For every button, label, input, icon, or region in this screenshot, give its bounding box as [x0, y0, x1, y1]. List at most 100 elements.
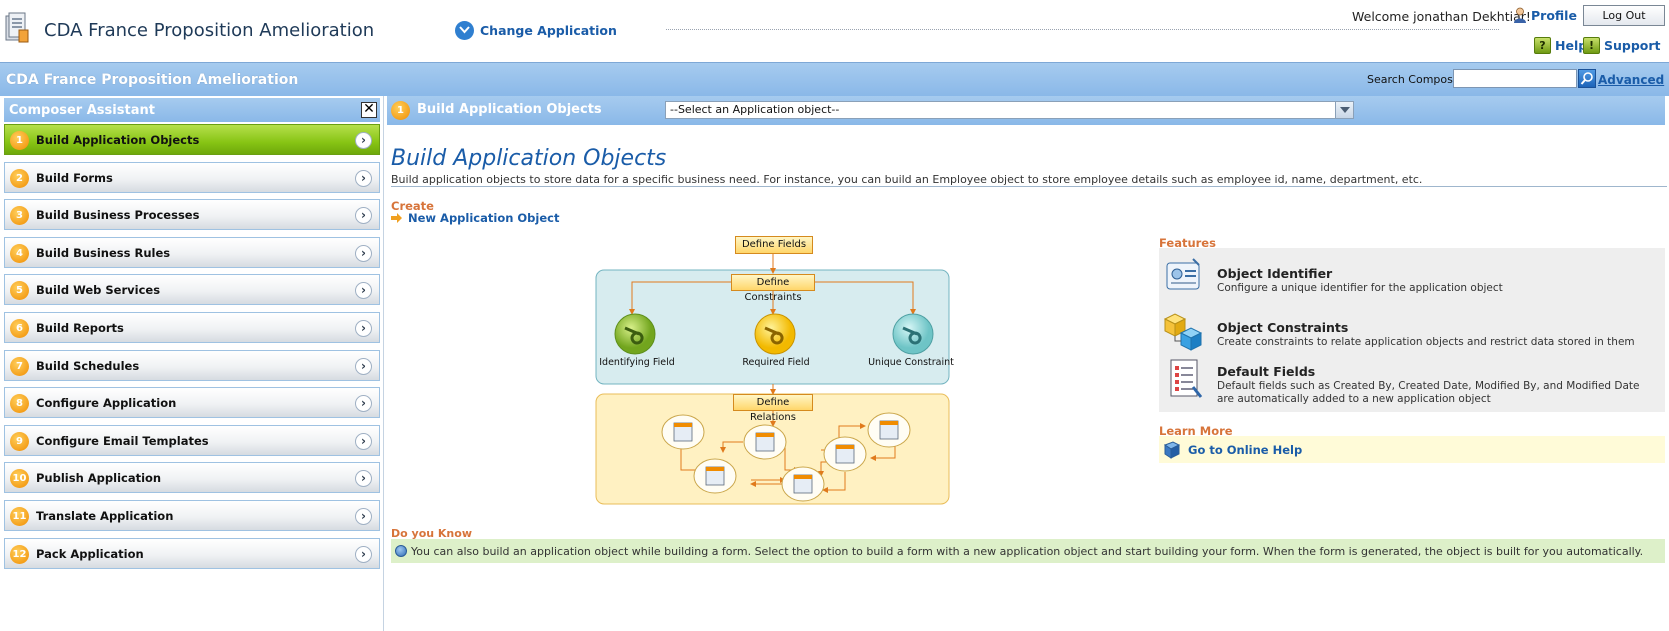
info-icon: [395, 545, 407, 557]
object-workflow-diagram: Define Fields Define Constraints Define …: [595, 230, 954, 506]
sidebar-step-9[interactable]: 9 Configure Email Templates ›: [4, 424, 380, 456]
help-link[interactable]: ? Help: [1534, 37, 1587, 54]
object-constraints-icon: [1163, 309, 1205, 353]
chevron-right-icon[interactable]: ›: [355, 357, 372, 375]
change-application-link[interactable]: Change Application: [455, 21, 617, 40]
support-link[interactable]: ! Support: [1583, 37, 1661, 54]
step-number-badge: 1: [391, 101, 410, 120]
sidebar-step-1[interactable]: 1 Build Application Objects ›: [4, 124, 380, 155]
header-divider: [666, 29, 1499, 30]
step-number-badge: 9: [10, 431, 29, 451]
sidebar-step-label: Build Application Objects: [36, 133, 200, 147]
page-description: Build application objects to store data …: [391, 173, 1423, 186]
define-fields-box: Define Fields: [735, 236, 813, 254]
define-relations-box: Define Relations: [733, 394, 813, 423]
chevron-right-icon[interactable]: ›: [355, 244, 372, 262]
diagram-graphics: [595, 254, 950, 505]
step-number-badge: 1: [10, 131, 29, 150]
step-number-badge: 11: [10, 507, 29, 526]
feature-title: Default Fields: [1217, 364, 1316, 379]
define-constraints-box: Define Constraints: [731, 274, 815, 303]
top-header: CDA France Proposition Amelioration Chan…: [0, 0, 1669, 60]
feature-title: Object Constraints: [1217, 320, 1349, 335]
profile-label: Profile: [1531, 7, 1577, 23]
app-logo-icon: [4, 10, 30, 44]
online-help-icon: [1163, 441, 1181, 459]
step-number-badge: 12: [10, 544, 29, 564]
sidebar-step-label: Build Schedules: [36, 358, 140, 373]
sidebar-step-label: Pack Application: [36, 546, 144, 561]
online-help-link[interactable]: Go to Online Help: [1188, 443, 1302, 457]
arrow-right-icon: [391, 213, 402, 223]
step-number-badge: 2: [10, 168, 29, 188]
identifying-field-label: Identifying Field: [599, 357, 675, 368]
search-button[interactable]: [1578, 69, 1596, 88]
search-input[interactable]: [1453, 69, 1577, 88]
application-object-select[interactable]: --Select an Application object--: [665, 101, 1354, 119]
step-number-badge: 7: [10, 356, 29, 376]
chevron-down-icon: [455, 21, 474, 40]
main-header-title: Build Application Objects: [417, 102, 602, 117]
feature-default-fields: Default Fields Default fields such as Cr…: [1159, 353, 1665, 409]
required-field-label: Required Field: [742, 357, 810, 368]
sidebar-step-10[interactable]: 10 Publish Application ›: [4, 462, 380, 494]
support-icon: !: [1583, 37, 1600, 54]
logout-button[interactable]: Log Out: [1583, 5, 1665, 26]
feature-description: Default fields such as Created By, Creat…: [1217, 380, 1640, 405]
feature-description: Create constraints to relate application…: [1217, 336, 1635, 348]
sidebar-step-5[interactable]: 5 Build Web Services ›: [4, 274, 380, 306]
chevron-right-icon[interactable]: ›: [355, 320, 372, 337]
new-application-object-label: New Application Object: [408, 211, 560, 225]
title-bar: CDA France Proposition Amelioration Sear…: [0, 62, 1669, 96]
search-label: Search Composer: [1367, 73, 1465, 86]
sidebar-step-11[interactable]: 11 Translate Application ›: [4, 500, 380, 531]
sidebar-step-2[interactable]: 2 Build Forms ›: [4, 161, 380, 193]
chevron-right-icon[interactable]: ›: [355, 432, 372, 450]
close-icon[interactable]: ✕: [361, 102, 377, 118]
search-icon: [1580, 72, 1593, 85]
user-icon: [1514, 7, 1526, 23]
change-application-label: Change Application: [480, 23, 617, 38]
chevron-right-icon[interactable]: ›: [355, 282, 372, 300]
chevron-right-icon[interactable]: ›: [355, 395, 372, 413]
sidebar-step-4[interactable]: 4 Build Business Rules ›: [4, 236, 380, 268]
sidebar-step-label: Build Web Services: [36, 283, 161, 298]
advanced-search-link[interactable]: Advanced: [1598, 73, 1664, 87]
sidebar-step-3[interactable]: 3 Build Business Processes ›: [4, 199, 380, 231]
chevron-right-icon[interactable]: ›: [355, 545, 372, 563]
feature-description: Configure a unique identifier for the ap…: [1217, 282, 1503, 294]
main-panel: 1 Build Application Objects --Select an …: [387, 96, 1669, 631]
main-header: 1 Build Application Objects --Select an …: [387, 96, 1665, 125]
sidebar-step-label: Configure Email Templates: [36, 433, 209, 448]
chevron-right-icon[interactable]: ›: [355, 132, 372, 149]
sidebar-step-8[interactable]: 8 Configure Application ›: [4, 387, 380, 419]
feature-title: Object Identifier: [1217, 266, 1333, 281]
sidebar-step-6[interactable]: 6 Build Reports ›: [4, 312, 380, 343]
heading-divider: [391, 186, 1667, 187]
new-application-object-link[interactable]: New Application Object: [391, 211, 559, 225]
select-value: --Select an Application object--: [670, 103, 840, 116]
learn-more-panel: Go to Online Help: [1159, 436, 1665, 463]
feature-object-constraints: Object Constraints Create constraints to…: [1159, 305, 1665, 355]
sidebar-step-label: Build Forms: [36, 170, 113, 185]
step-number-badge: 4: [10, 243, 29, 263]
profile-link[interactable]: Profile: [1513, 7, 1577, 23]
sidebar-step-label: Build Reports: [36, 321, 124, 335]
sidebar-step-7[interactable]: 7 Build Schedules ›: [4, 349, 380, 381]
step-number-badge: 3: [10, 206, 29, 226]
features-panel: Object Identifier Configure a unique ide…: [1159, 248, 1665, 412]
sidebar-step-label: Build Business Rules: [36, 245, 171, 260]
chevron-right-icon[interactable]: ›: [355, 169, 372, 187]
sidebar-header: Composer Assistant ✕: [4, 98, 380, 122]
chevron-right-icon[interactable]: ›: [355, 508, 372, 525]
do-you-know-panel: You can also build an application object…: [391, 539, 1665, 563]
chevron-down-icon[interactable]: [1335, 102, 1353, 118]
step-number-badge: 8: [10, 394, 29, 414]
page-heading: Build Application Objects: [391, 146, 667, 171]
chevron-right-icon[interactable]: ›: [355, 207, 372, 225]
chevron-right-icon[interactable]: ›: [355, 470, 372, 488]
sidebar-step-label: Publish Application: [36, 471, 162, 486]
sidebar-step-label: Translate Application: [36, 509, 174, 523]
sidebar-step-12[interactable]: 12 Pack Application ›: [4, 537, 380, 569]
composer-assistant-sidebar: Composer Assistant ✕ 1 Build Application …: [0, 96, 384, 631]
